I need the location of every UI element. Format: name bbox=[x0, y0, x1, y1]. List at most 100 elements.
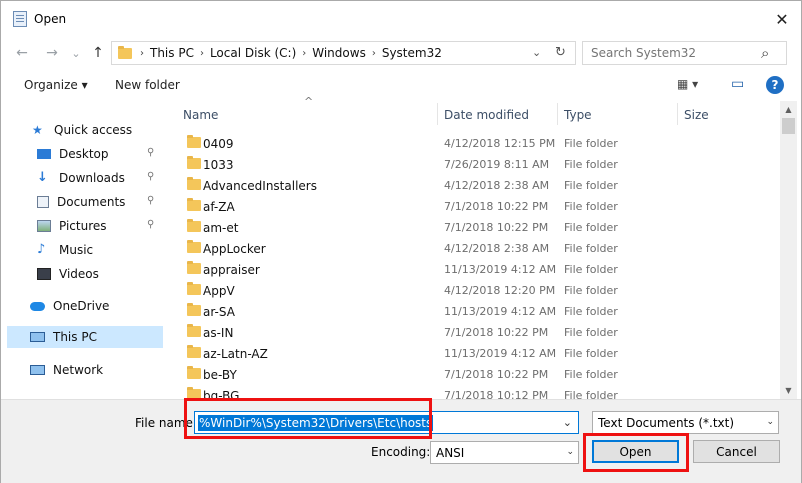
file-row[interactable]: 1033 7/26/2019 8:11 AM File folder bbox=[181, 154, 779, 175]
folder-icon bbox=[187, 303, 201, 316]
file-row[interactable]: ar-SA 11/13/2019 4:12 AM File folder bbox=[181, 301, 779, 322]
nav-item-label: Downloads bbox=[59, 171, 125, 185]
pin-icon[interactable]: ⚲ bbox=[147, 219, 154, 230]
file-name: AdvancedInstallers bbox=[203, 178, 317, 193]
nav-item-pictures[interactable]: Pictures ⚲ bbox=[7, 215, 163, 237]
nav-item-music[interactable]: ♪ Music bbox=[7, 239, 163, 261]
folder-icon bbox=[187, 198, 201, 211]
highlight-file-name bbox=[184, 398, 432, 439]
forward-arrow-icon: → bbox=[46, 45, 58, 61]
back-arrow-icon: ← bbox=[16, 45, 28, 61]
recent-locations-button[interactable]: ⌄ bbox=[65, 42, 87, 64]
nav-item-this-pc[interactable]: This PC bbox=[7, 326, 163, 348]
file-type: File folder bbox=[564, 179, 618, 192]
column-header-row: ^ Name Date modified Type Size bbox=[171, 95, 779, 125]
encoding-select[interactable]: ANSI ⌄ bbox=[430, 441, 579, 464]
file-row[interactable]: am-et 7/1/2018 10:22 PM File folder bbox=[181, 217, 779, 238]
address-dropdown-icon[interactable]: ⌄ bbox=[532, 46, 541, 59]
file-name: be-BY bbox=[203, 367, 237, 382]
scroll-down-icon[interactable]: ▼ bbox=[780, 382, 797, 399]
nav-item-label: Quick access bbox=[54, 123, 133, 137]
pin-icon[interactable]: ⚲ bbox=[147, 147, 154, 158]
pin-icon[interactable]: ⚲ bbox=[147, 171, 154, 182]
nav-item-label: Desktop bbox=[59, 147, 109, 161]
close-button[interactable]: ✕ bbox=[765, 5, 799, 33]
breadcrumb-this-pc[interactable]: This PC bbox=[150, 46, 194, 60]
file-row[interactable]: AdvancedInstallers 4/12/2018 2:38 AM File … bbox=[181, 175, 779, 196]
toolbar: Organize ▾ New folder ▦ ▾ ▭ ? bbox=[1, 73, 801, 99]
desktop-icon bbox=[37, 149, 51, 159]
star-icon: ★ bbox=[32, 123, 43, 137]
folder-icon bbox=[187, 177, 201, 190]
nav-item-downloads[interactable]: ↓ Downloads ⚲ bbox=[7, 167, 163, 189]
column-header-date[interactable]: Date modified bbox=[444, 108, 529, 122]
cancel-button[interactable]: Cancel bbox=[693, 440, 780, 463]
search-input[interactable] bbox=[591, 46, 761, 60]
nav-item-label: OneDrive bbox=[53, 299, 110, 313]
file-row[interactable]: 0409 4/12/2018 12:15 PM File folder bbox=[181, 133, 779, 154]
folder-icon bbox=[187, 282, 201, 295]
column-header-type[interactable]: Type bbox=[564, 108, 592, 122]
file-type: File folder bbox=[564, 242, 618, 255]
file-type-select[interactable]: Text Documents (*.txt) ⌄ bbox=[592, 411, 779, 434]
file-date: 7/1/2018 10:22 PM bbox=[444, 368, 549, 381]
pin-icon[interactable]: ⚲ bbox=[147, 195, 154, 206]
file-row[interactable]: appraiser 11/13/2019 4:12 AM File folder bbox=[181, 259, 779, 280]
new-folder-button[interactable]: New folder bbox=[115, 78, 180, 92]
nav-item-label: Pictures bbox=[59, 219, 107, 233]
nav-item-quick-access[interactable]: ★ Quick access bbox=[7, 119, 163, 141]
scrollbar-thumb[interactable] bbox=[782, 118, 795, 134]
column-header-name[interactable]: Name bbox=[183, 108, 218, 122]
file-row[interactable]: be-BY 7/1/2018 10:22 PM File folder bbox=[181, 364, 779, 385]
folder-icon bbox=[187, 345, 201, 358]
address-bar[interactable]: › This PC › Local Disk (C:) › Windows › … bbox=[111, 41, 576, 65]
organize-button[interactable]: Organize ▾ bbox=[24, 78, 88, 92]
refresh-icon[interactable]: ↻ bbox=[555, 45, 566, 60]
file-row[interactable]: az-Latn-AZ 11/13/2019 4:12 AM File folder bbox=[181, 343, 779, 364]
file-name: as-IN bbox=[203, 325, 234, 340]
forward-button[interactable]: → bbox=[41, 42, 63, 64]
file-name: ar-SA bbox=[203, 304, 235, 319]
file-name-dropdown-icon[interactable]: ⌄ bbox=[563, 416, 572, 429]
column-header-size[interactable]: Size bbox=[684, 108, 709, 122]
column-divider[interactable] bbox=[437, 103, 438, 125]
highlight-open-button bbox=[583, 433, 689, 472]
preview-pane-button[interactable]: ▭ bbox=[731, 76, 744, 92]
file-type: File folder bbox=[564, 137, 618, 150]
scroll-up-icon[interactable]: ▲ bbox=[780, 101, 797, 118]
file-row[interactable]: AppV 4/12/2018 12:20 PM File folder bbox=[181, 280, 779, 301]
file-type: File folder bbox=[564, 326, 618, 339]
file-type: File folder bbox=[564, 200, 618, 213]
nav-item-desktop[interactable]: Desktop ⚲ bbox=[7, 143, 163, 165]
breadcrumb-windows[interactable]: Windows bbox=[312, 46, 366, 60]
up-button[interactable]: ↑ bbox=[87, 42, 109, 64]
view-options-button[interactable]: ▦ ▾ bbox=[677, 77, 698, 91]
view-icon: ▦ ▾ bbox=[677, 77, 699, 91]
breadcrumb-separator: › bbox=[302, 47, 307, 59]
file-date: 11/13/2019 4:12 AM bbox=[444, 305, 557, 318]
nav-item-videos[interactable]: Videos bbox=[7, 263, 163, 285]
back-button[interactable]: ← bbox=[11, 42, 33, 64]
file-row[interactable]: AppLocker 4/12/2018 2:38 AM File folder bbox=[181, 238, 779, 259]
vertical-scrollbar[interactable]: ▲ ▼ bbox=[780, 101, 797, 399]
file-row[interactable]: as-IN 7/1/2018 10:22 PM File folder bbox=[181, 322, 779, 343]
chevron-down-icon: ⌄ bbox=[766, 417, 774, 427]
file-name: am-et bbox=[203, 220, 239, 235]
network-icon bbox=[30, 365, 45, 375]
nav-item-onedrive[interactable]: OneDrive bbox=[7, 295, 163, 317]
file-type: File folder bbox=[564, 284, 618, 297]
nav-item-network[interactable]: Network bbox=[7, 359, 163, 381]
help-button[interactable]: ? bbox=[766, 76, 784, 94]
column-divider[interactable] bbox=[677, 103, 678, 125]
breadcrumb-local-disk[interactable]: Local Disk (C:) bbox=[210, 46, 296, 60]
nav-item-label: Documents bbox=[57, 195, 126, 209]
search-icon: ⌕ bbox=[761, 44, 770, 62]
folder-icon bbox=[118, 45, 132, 59]
search-box[interactable]: ⌕ bbox=[582, 41, 787, 65]
file-row[interactable]: af-ZA 7/1/2018 10:22 PM File folder bbox=[181, 196, 779, 217]
column-divider[interactable] bbox=[557, 103, 558, 125]
breadcrumb-system32[interactable]: System32 bbox=[382, 46, 442, 60]
file-type: File folder bbox=[564, 347, 618, 360]
nav-item-documents[interactable]: Documents ⚲ bbox=[7, 191, 163, 213]
breadcrumb-separator: › bbox=[140, 47, 144, 59]
